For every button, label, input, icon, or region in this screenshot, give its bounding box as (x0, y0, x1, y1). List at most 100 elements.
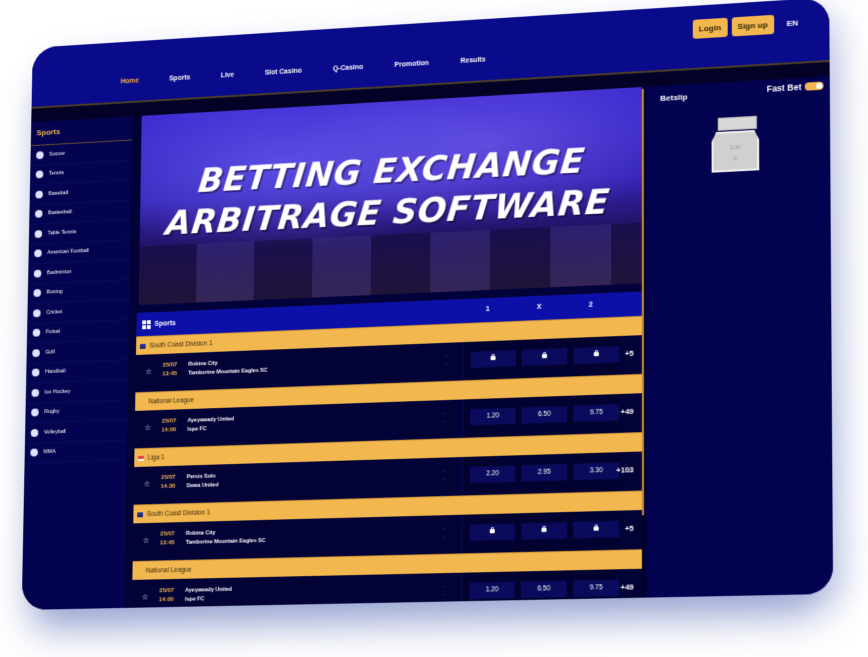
match-teams[interactable]: Persis Solo Dewa United (187, 472, 219, 491)
odds-button-x[interactable] (521, 348, 568, 367)
tennis-icon (35, 170, 44, 179)
away-team: Tamborine Mountain Eagles SC (185, 537, 266, 546)
fast-bet-toggle[interactable] (804, 81, 824, 91)
sidebar-item-label: Golf (45, 349, 55, 356)
odds-button-x[interactable] (521, 522, 567, 540)
match-time: 14:00 (161, 427, 177, 434)
language-selector[interactable]: EN (786, 18, 798, 28)
lock-icon (593, 352, 599, 357)
odds-button-x[interactable]: 2.95 (521, 463, 568, 482)
event-list: South Coast Division 1 ☆ 25/07 13:45 Robina … (131, 315, 647, 610)
flag-au-icon (137, 511, 144, 517)
stage: Home Sports Live Slot Casino Q-Casino Promoti… (0, 0, 868, 657)
odds-button-1[interactable] (470, 350, 516, 368)
lock-icon (541, 527, 547, 533)
odds-area: 1.20 6.50 9.75 (462, 393, 621, 438)
odds-button-2[interactable]: 9.75 (572, 579, 620, 597)
odds-button-1[interactable]: 1.20 (470, 407, 516, 426)
nav-item-q-casino[interactable]: Q-Casino (333, 64, 363, 73)
favorite-star-icon[interactable]: ☆ (145, 367, 152, 376)
soccer-icon (36, 150, 44, 160)
sidebar-item-label: Basketball (48, 209, 72, 217)
empty-betslip-illustration: 2:30 ⚲ (709, 115, 761, 178)
sidebar-item-label: Boxing (46, 289, 63, 296)
basketball-icon (34, 210, 43, 219)
odds-button-2[interactable] (573, 520, 620, 539)
more-markets-link[interactable]: +5 (625, 349, 634, 358)
away-team: Dewa United (186, 482, 219, 490)
match-time: 14:30 (160, 483, 176, 490)
sidebar-item-label: Ice Hockey (44, 388, 71, 396)
match-date: 25/07 (161, 474, 176, 482)
away-team: Ispe FC (184, 596, 205, 603)
favorite-star-icon[interactable]: ☆ (144, 423, 151, 432)
odds-button-1[interactable] (469, 523, 516, 541)
signup-button[interactable]: Sign up (731, 14, 775, 37)
league-name: Liga 1 (147, 453, 165, 462)
column-header-home: 1 (485, 305, 490, 314)
favorite-star-icon[interactable]: ☆ (143, 536, 150, 545)
fast-bet-control: Fast Bet (767, 81, 824, 94)
rugby-icon (31, 408, 39, 417)
odds-button-x[interactable]: 6.50 (520, 580, 567, 599)
nav-item-sports[interactable]: Sports (169, 74, 190, 82)
baseball-icon (35, 190, 43, 199)
match-datetime: 25/07 14:30 (161, 474, 176, 492)
match-teams[interactable]: Ayeyawady United Ispe FC (185, 586, 232, 605)
sidebar-item-label: Futsal (45, 329, 60, 336)
league-name: National League (148, 396, 194, 406)
odds-area (462, 335, 621, 381)
nav-item-live[interactable]: Live (221, 72, 234, 80)
favorite-star-icon[interactable]: ☆ (143, 479, 150, 488)
score-placeholder: · · (444, 411, 447, 426)
more-markets-link[interactable]: +5 (625, 524, 634, 533)
odds-button-1[interactable]: 2.20 (469, 465, 516, 484)
sports-table-title: Sports (154, 319, 176, 328)
match-teams[interactable]: Robina City Tamborine Mountain Eagles SC (186, 528, 266, 548)
nav-item-promotion[interactable]: Promotion (394, 60, 428, 69)
odds-button-1[interactable]: 1.20 (469, 581, 515, 600)
sidebar-item-label: Tennis (48, 170, 64, 178)
inbox-icon: 2:30 ⚲ (712, 130, 760, 173)
odds-area: 2.20 2.95 3.30 (461, 452, 621, 496)
odds-button-2[interactable] (573, 346, 620, 365)
scrollbar-thumb[interactable] (641, 88, 645, 516)
lock-icon (541, 354, 548, 359)
sports-sidebar: Sports Soccer Tennis Baseball Basketball Tab… (21, 116, 133, 610)
match-datetime: 25/07 13:45 (162, 361, 177, 379)
betslip-title: Betslip (660, 92, 688, 103)
favorite-star-icon[interactable]: ☆ (142, 593, 149, 602)
lock-icon (593, 526, 599, 531)
nav-item-results[interactable]: Results (460, 56, 485, 64)
more-markets-link[interactable]: +49 (621, 407, 634, 417)
sidebar-item-label: Rugby (44, 408, 60, 416)
login-button[interactable]: Login (692, 17, 728, 39)
main-nav: Home Sports Live Slot Casino Q-Casino Promoti… (121, 55, 518, 86)
score-placeholder: · · (443, 468, 446, 483)
more-markets-link[interactable]: +103 (616, 465, 633, 475)
mma-icon (30, 448, 38, 457)
match-time: 14:00 (158, 596, 174, 604)
ice-hockey-icon (31, 388, 40, 397)
league-name: South Coast Division 1 (149, 339, 213, 350)
sidebar-item-label: Volleyball (43, 428, 66, 436)
table-tennis-icon (34, 229, 43, 238)
promo-banner[interactable]: BETTING EXCHANGE ARBITRAGE SOFTWARE (138, 86, 642, 306)
app-window: Home Sports Live Slot Casino Q-Casino Promoti… (21, 0, 834, 610)
nav-item-home[interactable]: Home (121, 78, 139, 86)
sidebar-item-mma[interactable]: MMA (24, 440, 127, 464)
nav-item-slot-casino[interactable]: Slot Casino (265, 68, 302, 77)
odds-button-2[interactable]: 9.75 (573, 404, 620, 423)
odds-button-x[interactable]: 6.50 (521, 405, 568, 424)
match-teams[interactable]: Ayeyawady United Ispe FC (187, 415, 234, 434)
more-markets-link[interactable]: +49 (621, 582, 634, 592)
grid-icon (142, 319, 151, 329)
match-time: 13:45 (159, 540, 175, 547)
match-datetime: 25/07 14:00 (161, 417, 176, 435)
match-teams[interactable]: Robina City Tamborine Mountain Eagles SC (188, 358, 267, 379)
odds-button-2[interactable]: 3.30 (573, 462, 620, 481)
lock-icon (489, 529, 495, 534)
score-placeholder: · · (443, 584, 446, 599)
badminton-icon (33, 269, 42, 278)
match-date: 25/07 (159, 587, 174, 595)
